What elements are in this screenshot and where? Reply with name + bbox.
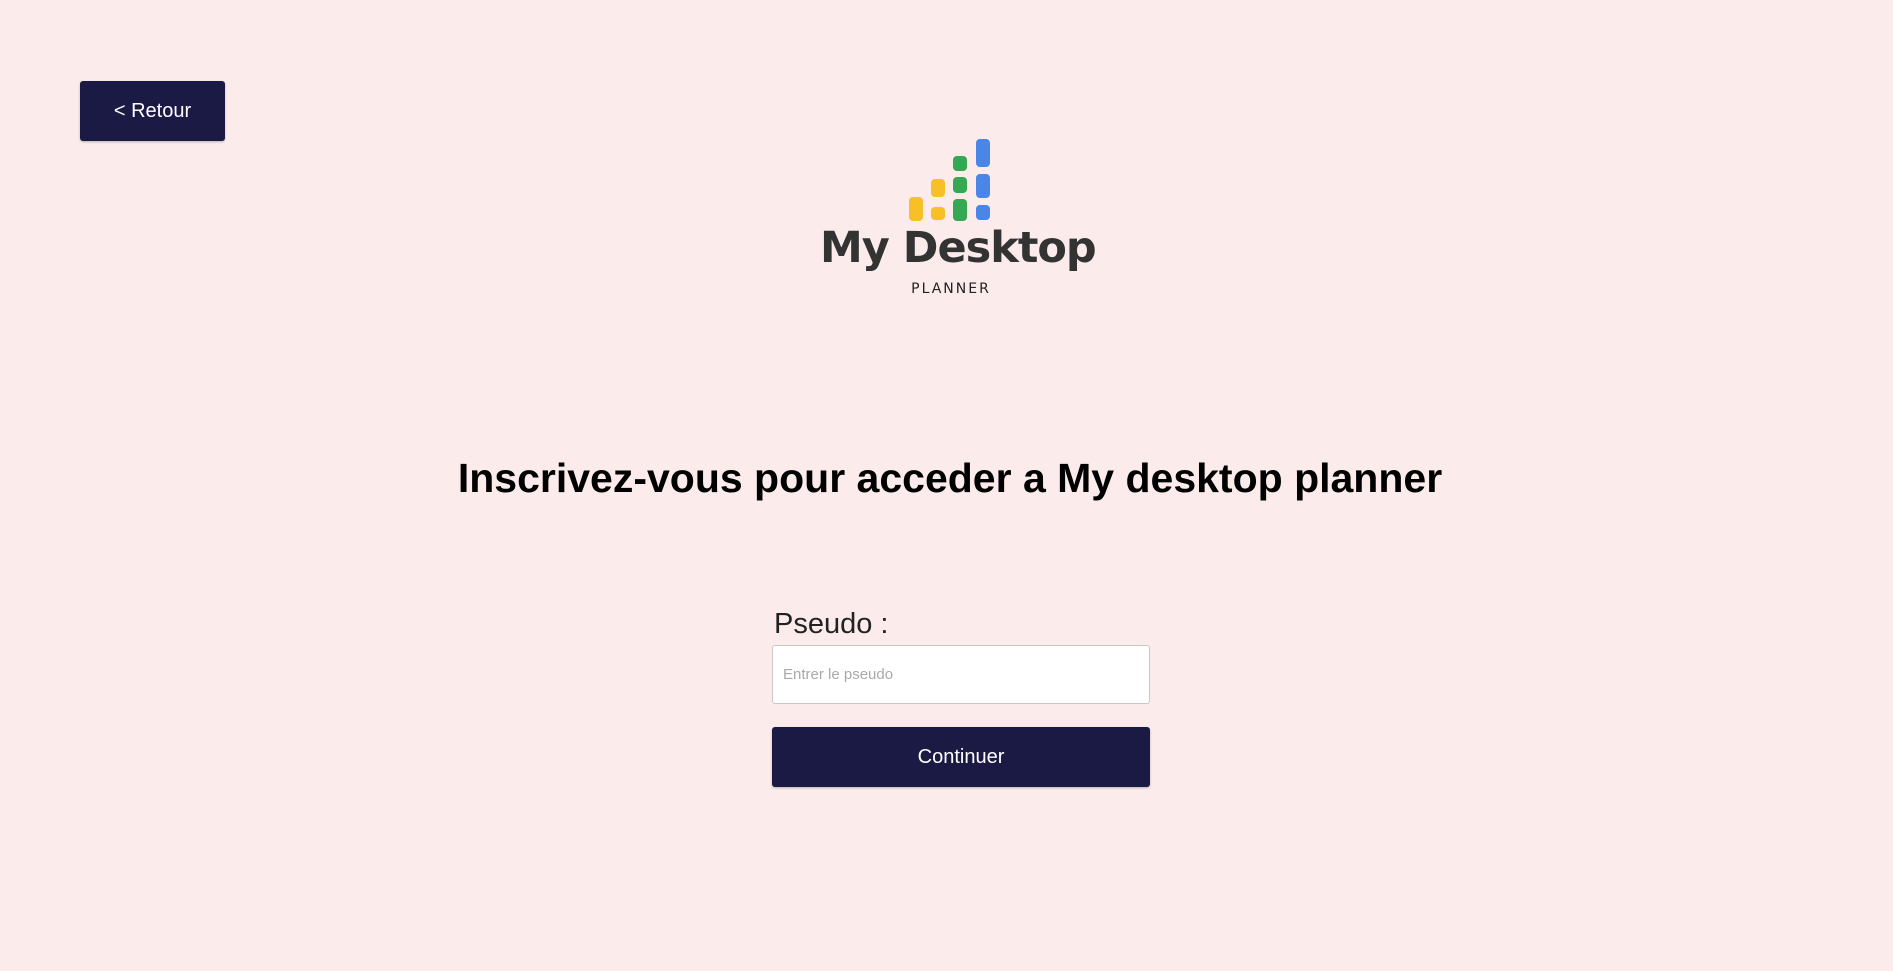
logo-subtitle: PLANNER	[911, 281, 991, 297]
pseudo-label: Pseudo :	[774, 608, 889, 640]
page-title: Inscrivez-vous pour acceder a My desktop…	[457, 455, 1443, 501]
logo-bars-icon	[909, 139, 990, 221]
back-button[interactable]: < Retour	[80, 81, 225, 141]
app-logo: My Desktop PLANNER	[820, 135, 1097, 305]
continue-button[interactable]: Continuer	[772, 727, 1150, 787]
logo-title: My Desktop	[820, 223, 1097, 273]
pseudo-input[interactable]	[772, 645, 1150, 704]
signup-form: Pseudo : Continuer	[772, 604, 1150, 787]
